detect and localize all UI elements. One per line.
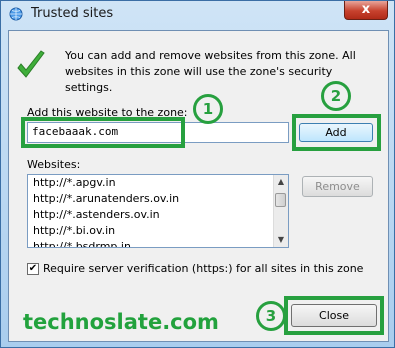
close-button[interactable]: Close <box>291 304 377 327</box>
list-item[interactable]: http://*.bi.ov.in <box>28 223 288 239</box>
step-1-badge: 1 <box>193 94 223 124</box>
title-bar: Trusted sites x <box>1 1 395 29</box>
list-item[interactable]: http://*.bsdrmp.in <box>28 239 288 247</box>
window-title: Trusted sites <box>31 6 114 21</box>
checkmark-icon <box>17 50 45 78</box>
list-scrollbar[interactable]: ▲ ▼ <box>273 175 288 247</box>
list-item[interactable]: http://*.astenders.ov.in <box>28 207 288 223</box>
website-url-input[interactable]: facebaaak.com <box>27 122 289 143</box>
websites-listbox[interactable]: http://*.apgv.in http://*.arunatenders.o… <box>27 174 289 248</box>
add-button[interactable]: Add <box>299 123 373 142</box>
list-item[interactable]: http://*.apgv.in <box>28 175 288 191</box>
remove-button[interactable]: Remove <box>302 176 373 197</box>
server-verification-checkbox[interactable]: ✔ <box>27 263 39 275</box>
server-verification-label: Require server verification (https:) for… <box>43 262 364 275</box>
scroll-down-arrow-icon[interactable]: ▼ <box>274 233 288 247</box>
step-2-badge: 2 <box>321 81 351 111</box>
websites-label: Websites: <box>27 158 81 171</box>
scroll-thumb[interactable] <box>275 193 286 207</box>
globe-icon <box>9 7 23 21</box>
watermark-text: technoslate.com <box>23 310 219 334</box>
add-website-label: Add this website to the zone: <box>27 106 188 119</box>
step-3-badge: 3 <box>256 301 286 331</box>
list-item[interactable]: http://*.arunatenders.ov.in <box>28 191 288 207</box>
window-close-button[interactable]: x <box>344 1 388 20</box>
dialog-window: Trusted sites x You can add and remove w… <box>0 0 395 348</box>
scroll-up-arrow-icon[interactable]: ▲ <box>274 175 288 189</box>
